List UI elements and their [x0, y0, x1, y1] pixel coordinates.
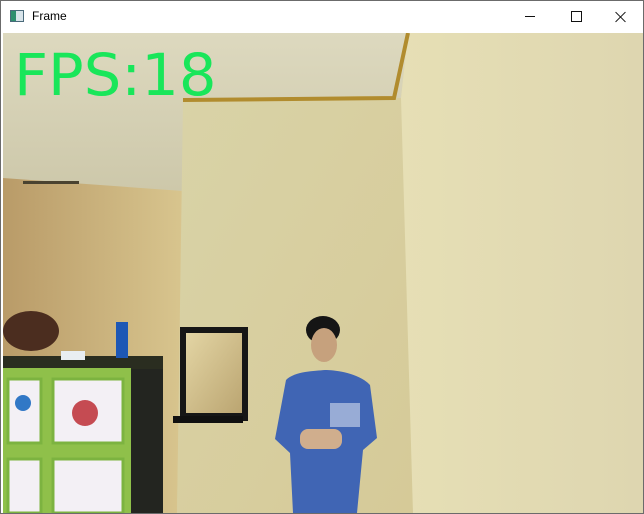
minimize-button[interactable]	[507, 1, 553, 32]
cabinet-sticker-small	[15, 395, 31, 411]
title-bar[interactable]: Frame	[1, 1, 643, 32]
minimize-icon	[525, 16, 535, 17]
shirt-print	[330, 403, 360, 427]
person-hands	[300, 429, 342, 449]
mirror-glass	[186, 333, 242, 413]
ceiling-vent	[23, 181, 79, 184]
fps-overlay: FPS:18	[14, 41, 217, 109]
maximize-icon	[570, 11, 582, 22]
app-icon	[10, 10, 24, 22]
bottle	[116, 322, 128, 358]
app-window: Frame FPS:18	[0, 0, 644, 514]
cable	[61, 351, 85, 360]
cabinet-panel-left-bottom	[6, 457, 43, 513]
cabinet-panel-right-bottom	[51, 457, 125, 513]
bag	[3, 311, 59, 351]
cabinet-sticker	[72, 400, 98, 426]
cabinet-side	[131, 369, 163, 513]
close-button[interactable]	[598, 1, 643, 32]
cabinet-panel-left-top	[6, 377, 43, 445]
video-frame: FPS:18	[3, 33, 643, 513]
maximize-button[interactable]	[553, 1, 599, 32]
right-wall	[401, 33, 643, 513]
mirror-shelf	[173, 416, 243, 423]
window-title: Frame	[32, 9, 67, 23]
person-face	[311, 328, 337, 362]
close-icon	[615, 11, 627, 23]
